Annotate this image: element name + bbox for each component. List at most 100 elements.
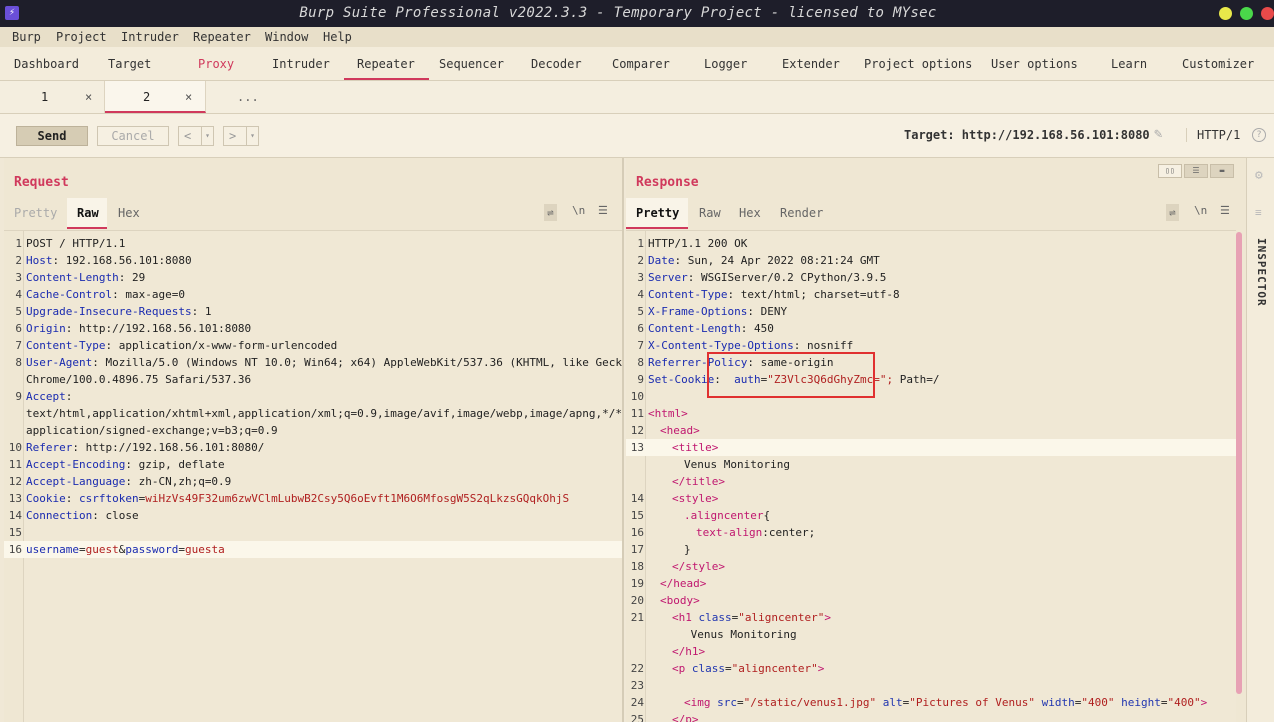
minimize-button[interactable] — [1219, 7, 1232, 20]
cookie-name: csrftoken — [79, 492, 139, 505]
tab-target[interactable]: Target — [108, 57, 151, 71]
tab-learn[interactable]: Learn — [1111, 57, 1147, 71]
menu-burp[interactable]: Burp — [12, 30, 41, 44]
code-line: 5 Upgrade-Insecure-Requests: 1 — [4, 303, 622, 320]
header-name: Cache-Control — [26, 288, 113, 301]
maximize-button[interactable] — [1240, 7, 1253, 20]
panel-splitter[interactable] — [622, 158, 624, 722]
line-number: 8 — [637, 356, 644, 369]
line-number: 11 — [630, 407, 644, 420]
line-text: Accept-Language: zh-CN,zh;q=0.9 — [26, 473, 231, 490]
menu-help[interactable]: Help — [323, 30, 352, 44]
split-vertical-icon[interactable]: ▯▯ — [1158, 164, 1182, 178]
tab-logger[interactable]: Logger — [704, 57, 747, 71]
request-tab-hex[interactable]: Hex — [118, 206, 140, 220]
code-token: "aligncenter" — [731, 662, 818, 675]
header-value: : 29 — [118, 271, 146, 284]
tab-repeater[interactable]: Repeater — [357, 57, 415, 71]
menu-intruder[interactable]: Intruder — [121, 30, 179, 44]
list-icon[interactable]: ≡ — [1255, 206, 1262, 219]
close-button[interactable] — [1261, 7, 1274, 20]
wrap-icon[interactable]: ⇌ — [1166, 204, 1179, 221]
chevron-down-icon[interactable]: ▾ — [246, 127, 258, 145]
send-button[interactable]: Send — [16, 126, 88, 146]
response-tab-raw[interactable]: Raw — [699, 206, 721, 220]
code-token: src — [717, 696, 737, 709]
repeater-tab-more[interactable]: ... — [206, 81, 286, 113]
line-number: 2 — [15, 254, 22, 267]
repeater-tab-1[interactable]: 1 × — [5, 81, 105, 113]
menu-repeater[interactable]: Repeater — [193, 30, 251, 44]
code-token: "/static/venus1.jpg" — [743, 696, 877, 709]
tabs-layout-icon[interactable]: ▬ — [1210, 164, 1234, 178]
code-line: Chrome/100.0.4896.75 Safari/537.36 — [4, 371, 622, 388]
line-text: Date: Sun, 24 Apr 2022 08:21:24 GMT — [648, 252, 880, 269]
edit-target-icon[interactable]: ✎ — [1154, 126, 1172, 144]
request-tab-raw[interactable]: Raw — [77, 206, 99, 220]
request-editor[interactable]: 1 POST / HTTP/1.1 2 Host: 192.168.56.101:80… — [4, 230, 622, 722]
request-tab-pretty[interactable]: Pretty — [14, 206, 57, 220]
tab-extender[interactable]: Extender — [782, 57, 840, 71]
code-line: 11 Accept-Encoding: gzip, deflate — [4, 456, 622, 473]
header-name: User-Agent — [26, 356, 93, 369]
tab-dashboard[interactable]: Dashboard — [14, 57, 79, 71]
tab-sequencer[interactable]: Sequencer — [439, 57, 504, 71]
line-text: X-Frame-Options: DENY — [648, 303, 787, 320]
menu-project[interactable]: Project — [56, 30, 107, 44]
line-number: 8 — [15, 356, 22, 369]
response-tab-hex[interactable]: Hex — [739, 206, 761, 220]
header-name: Referer — [26, 441, 73, 454]
tab-user-options[interactable]: User options — [991, 57, 1078, 71]
code-line: 22 <p class="aligncenter"> — [626, 660, 1236, 677]
newline-icon[interactable]: \n — [572, 204, 585, 217]
inspector-label: INSPECTOR — [1255, 238, 1268, 307]
inspector-sidebar[interactable]: ⚙ ≡ INSPECTOR — [1246, 158, 1274, 722]
request-panel: Request Pretty Raw Hex ⇌ \n ☰ 1 POST / HT… — [4, 158, 622, 722]
repeater-tab-2[interactable]: 2 × — [105, 81, 206, 113]
param-value: guesta — [184, 543, 225, 556]
response-tab-render[interactable]: Render — [780, 206, 823, 220]
tab-customizer[interactable]: Customizer — [1182, 57, 1254, 71]
response-editor[interactable]: 1 HTTP/1.1 200 OK 2 Date: Sun, 24 Apr 2022 … — [626, 230, 1236, 722]
http-version-selector[interactable]: HTTP/1 — [1186, 128, 1240, 142]
code-token: width — [1041, 696, 1075, 709]
code-token: alt — [882, 696, 903, 709]
wrap-icon[interactable]: ⇌ — [544, 204, 557, 221]
line-text: <img src="/static/venus1.jpg" alt="Pictu… — [648, 694, 1207, 711]
line-text: Content-Type: text/html; charset=utf-8 — [648, 286, 900, 303]
help-icon[interactable]: ? — [1252, 128, 1266, 142]
menu-bar: Burp Project Intruder Repeater Window He… — [0, 27, 1274, 47]
menu-icon[interactable]: ☰ — [1220, 204, 1230, 217]
close-icon[interactable]: × — [85, 90, 92, 104]
line-text: </title> — [648, 473, 725, 490]
tab-intruder[interactable]: Intruder — [272, 57, 330, 71]
header-value: text/html,application/xhtml+xml,applicat… — [26, 407, 622, 420]
response-scrollbar[interactable] — [1236, 232, 1242, 694]
line-text: User-Agent: Mozilla/5.0 (Windows NT 10.0… — [26, 354, 622, 371]
newline-icon[interactable]: \n — [1194, 204, 1207, 217]
gear-icon[interactable]: ⚙ — [1255, 168, 1263, 183]
header-value: Chrome/100.0.4896.75 Safari/537.36 — [26, 373, 252, 386]
header-name: Upgrade-Insecure-Requests — [26, 305, 192, 318]
tab-comparer[interactable]: Comparer — [612, 57, 670, 71]
tab-decoder[interactable]: Decoder — [531, 57, 582, 71]
history-forward-button[interactable]: > ▾ — [223, 126, 259, 146]
menu-icon[interactable]: ☰ — [598, 204, 608, 217]
response-tab-pretty[interactable]: Pretty — [636, 206, 679, 220]
close-icon[interactable]: × — [185, 90, 192, 104]
tab-proxy[interactable]: Proxy — [198, 57, 234, 71]
cancel-button[interactable]: Cancel — [97, 126, 169, 146]
split-horizontal-icon[interactable]: ☰ — [1184, 164, 1208, 178]
menu-window[interactable]: Window — [265, 30, 308, 44]
line-number: 16 — [630, 526, 644, 539]
line-text: <p class="aligncenter"> — [648, 660, 824, 677]
tab-project-options[interactable]: Project options — [864, 57, 972, 71]
header-name: Content-Length — [26, 271, 119, 284]
chevron-down-icon[interactable]: ▾ — [201, 127, 213, 145]
code-line: 6 Origin: http://192.168.56.101:8080 — [4, 320, 622, 337]
line-number: 3 — [15, 271, 22, 284]
chevron-left-icon: < — [184, 129, 192, 143]
line-number: 5 — [637, 305, 644, 318]
history-back-button[interactable]: < ▾ — [178, 126, 214, 146]
header-value: : Sun, 24 Apr 2022 08:21:24 GMT — [674, 254, 880, 267]
